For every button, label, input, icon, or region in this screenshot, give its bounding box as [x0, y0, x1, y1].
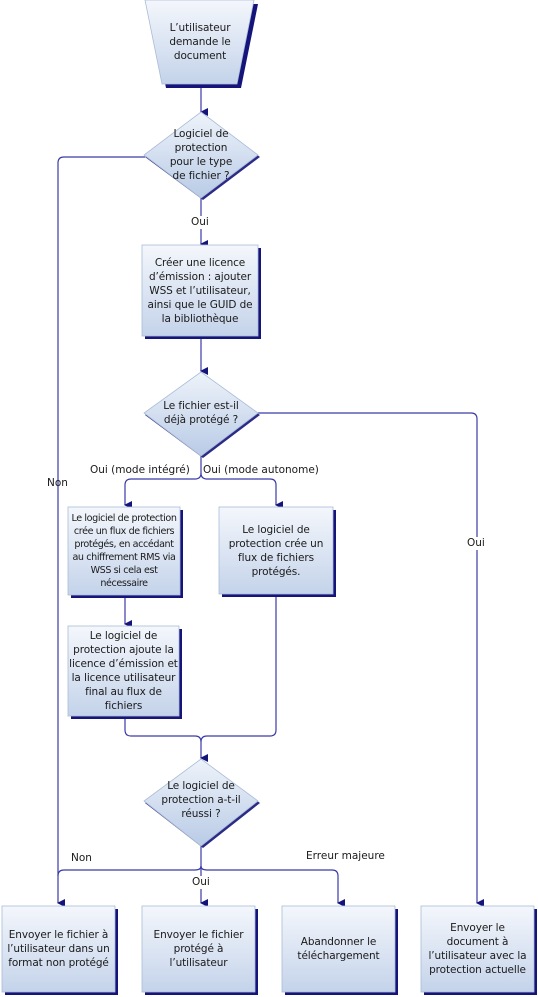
flowchart	[1, 0, 537, 995]
label-software-yes: Oui	[190, 216, 210, 229]
decision-software-text: Logiciel de protection pour le type de f…	[169, 128, 233, 182]
integrated-stream-text: Le logiciel de protection crée un flux d…	[71, 513, 177, 589]
connectors	[57, 86, 484, 907]
edge-success-no	[57, 865, 202, 877]
edge-protected-standalone	[200, 472, 283, 509]
label-software-no: Non	[47, 477, 68, 489]
send-unprotected-text: Envoyer le fichier à l’utilisateur dans …	[7, 929, 110, 969]
edge-standalone-merge	[200, 594, 277, 743]
decision-protected-text: Le fichier est-il déjà protégé ?	[163, 400, 239, 426]
edge-success-major-error	[200, 865, 345, 907]
edge-add-licenses-merge	[124, 716, 202, 743]
label-protected-standalone: Oui (mode autonome)	[203, 464, 319, 476]
label-protected-integrated: Oui (mode intégré)	[90, 464, 190, 476]
label-success-no: Non	[71, 852, 92, 864]
edge-protected-yes	[258, 412, 484, 907]
label-protected-yes: Oui	[466, 537, 486, 550]
start-text: L’utilisateur demande le document	[169, 22, 231, 62]
edge-protected-integrated	[124, 455, 202, 509]
abort-text: Abandonner le téléchargement	[297, 936, 380, 962]
send-protected-text: Envoyer le fichier protégé à l’utilisate…	[153, 929, 244, 969]
add-licenses-text: Le logiciel de protection ajoute la lice…	[69, 630, 178, 712]
create-license-text: Créer une licence d’émission : ajouter W…	[147, 256, 253, 325]
label-success-yes: Oui	[191, 876, 211, 889]
decision-success-text: Le logiciel de protection a-t-il réussi …	[161, 780, 241, 820]
send-current-text: Envoyer le document à l’utilisateur avec…	[428, 922, 527, 976]
standalone-stream-text: Le logiciel de protection crée un flux d…	[228, 523, 324, 578]
label-success-major-error: Erreur majeure	[306, 850, 385, 862]
